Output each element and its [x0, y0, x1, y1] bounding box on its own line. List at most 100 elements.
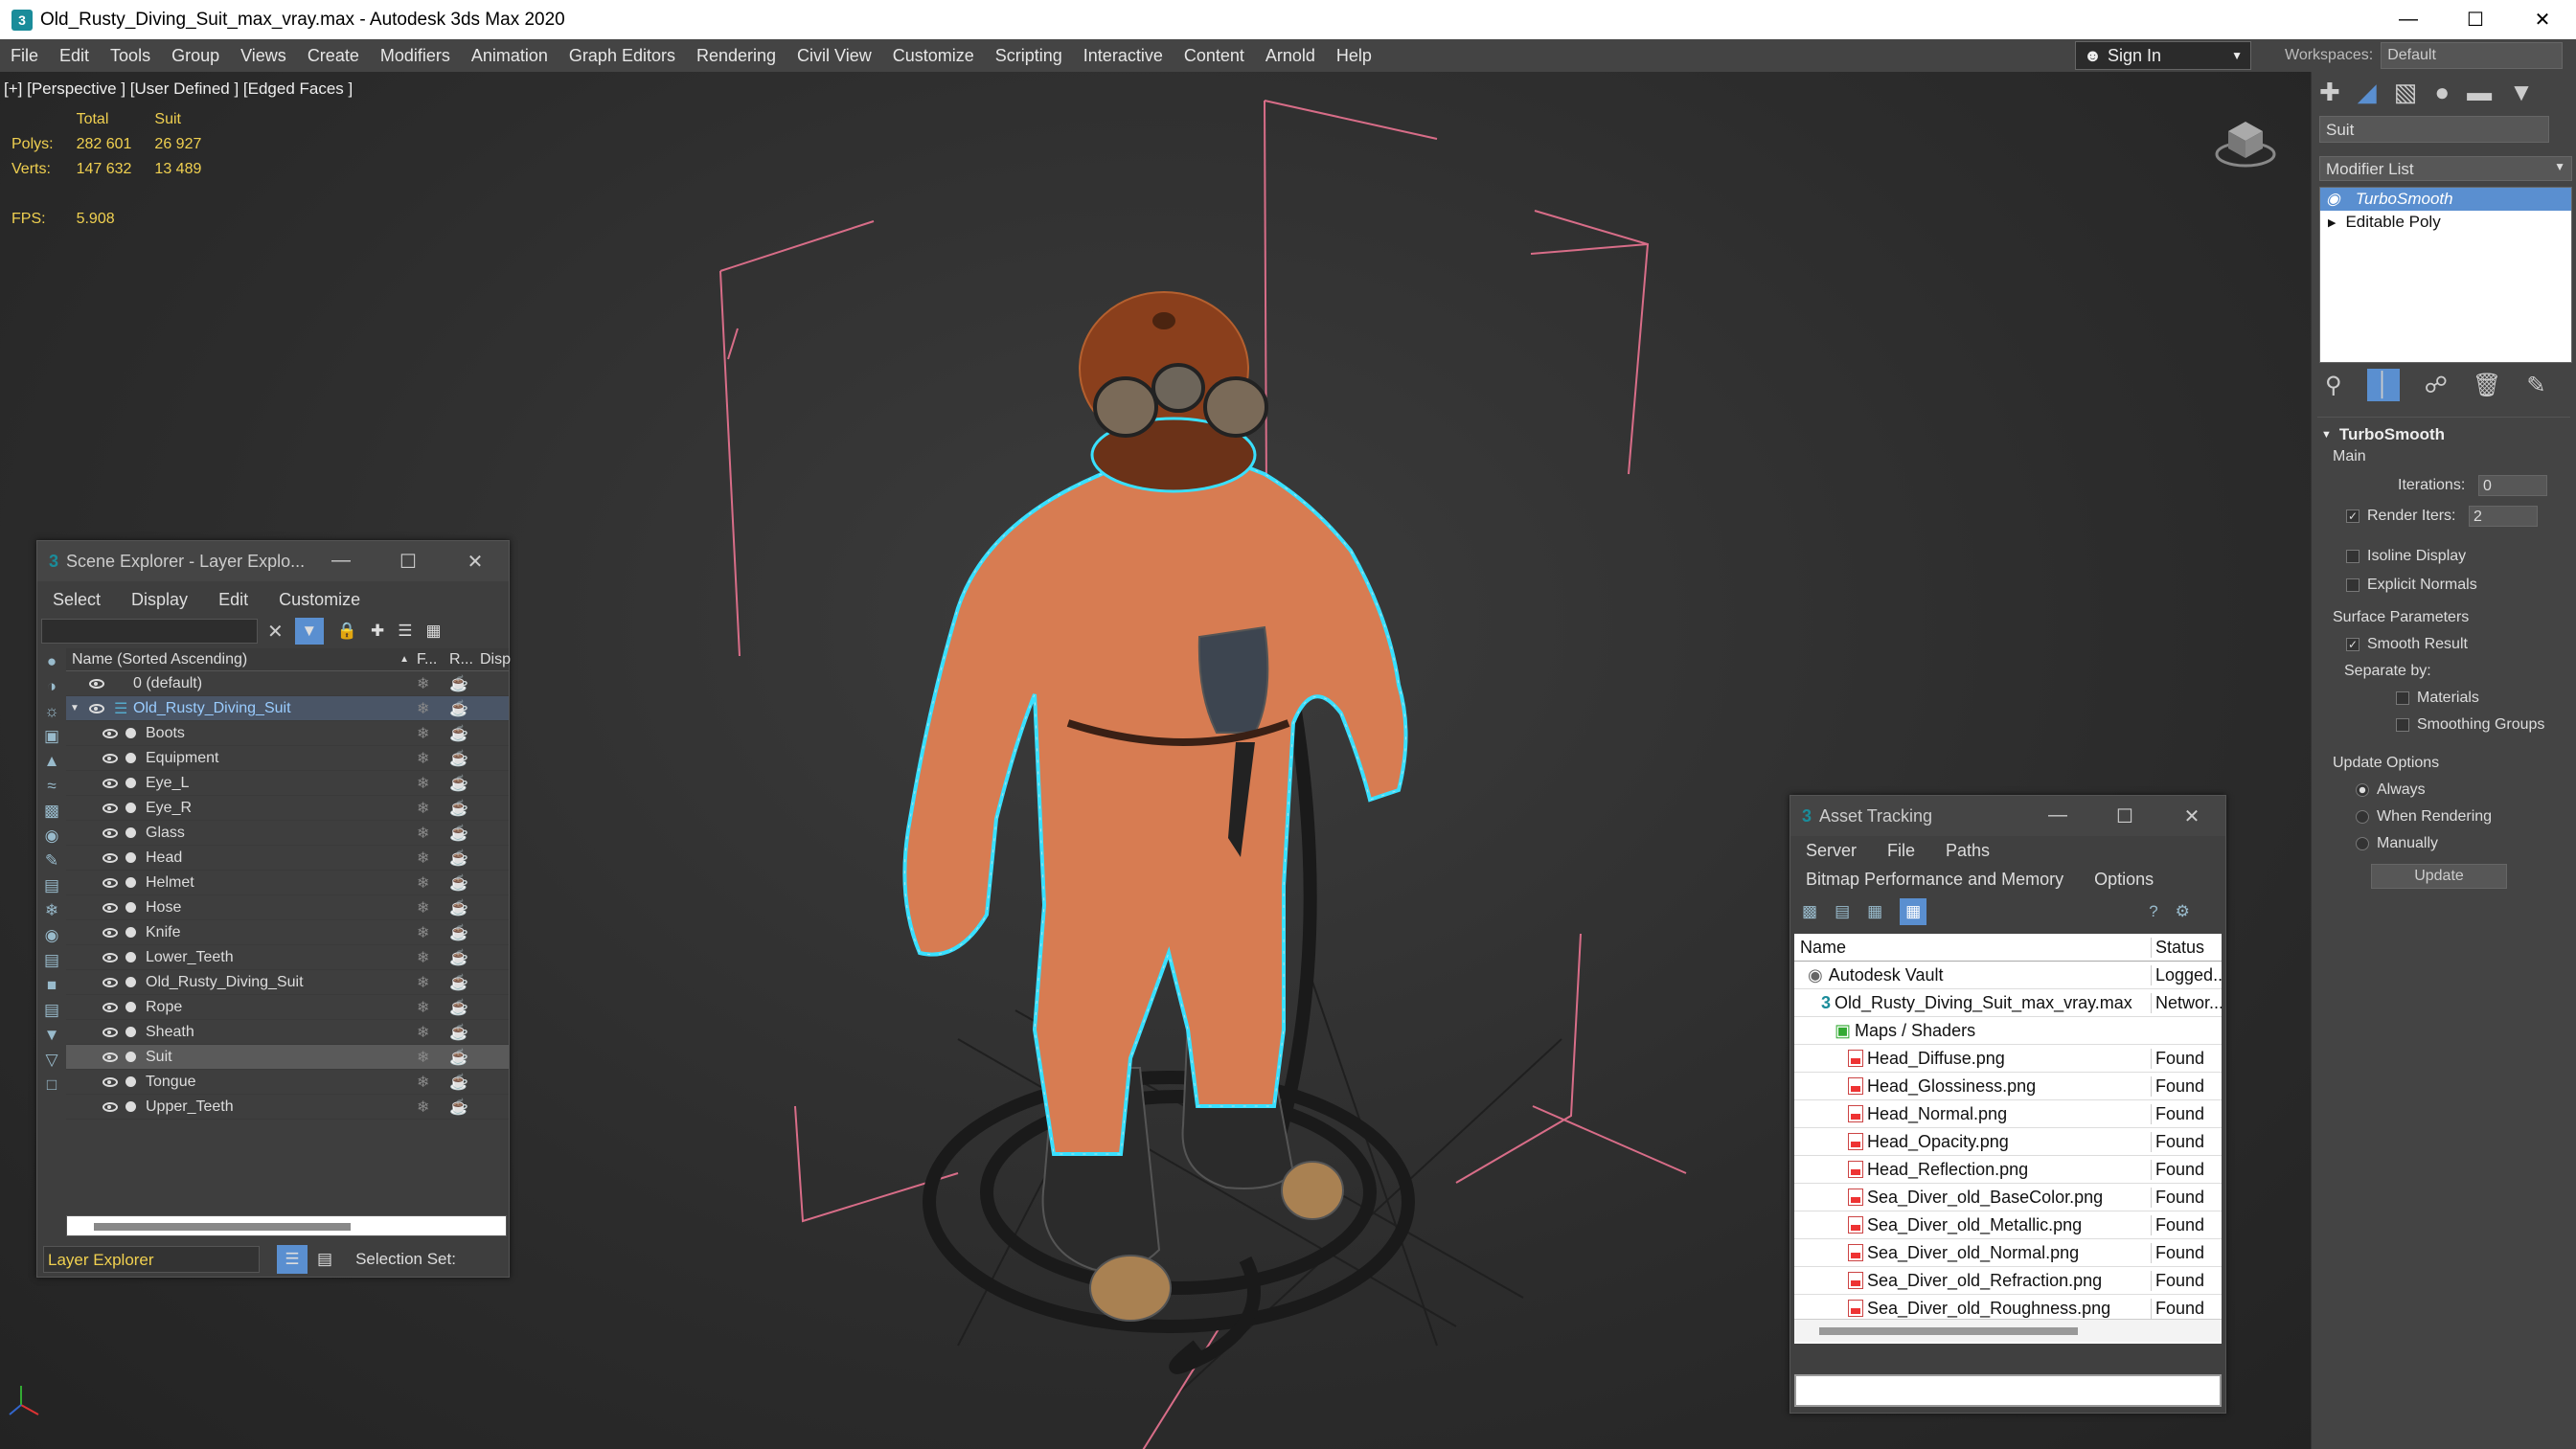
display-bones-icon[interactable]: ✎	[45, 851, 58, 871]
layer-row[interactable]: Suit ❄ ☕	[66, 1045, 509, 1070]
modifier-list-dropdown[interactable]: Modifier List ▼	[2319, 156, 2572, 181]
freeze-icon[interactable]: ❄	[417, 674, 449, 693]
layer-row[interactable]: Eye_L ❄ ☕	[66, 771, 509, 796]
visibility-eye-icon[interactable]	[103, 753, 118, 763]
asset-row[interactable]: Sea_Diver_old_Refraction.png Found	[1794, 1267, 2222, 1295]
freeze-icon[interactable]: ❄	[417, 1098, 449, 1117]
manually-radio[interactable]	[2356, 837, 2369, 850]
asset-row[interactable]: Head_Normal.png Found	[1794, 1100, 2222, 1128]
asset-row[interactable]: ▣ Maps / Shaders	[1794, 1017, 2222, 1045]
render-iters-checkbox[interactable]: ✓	[2346, 509, 2359, 523]
col-name[interactable]: Name (Sorted Ascending)	[66, 651, 399, 668]
freeze-icon[interactable]: ❄	[417, 699, 449, 718]
display-helpers-icon[interactable]: ▲	[44, 752, 60, 771]
col-display[interactable]: Disp	[480, 651, 511, 668]
col-render[interactable]: R...	[449, 651, 480, 668]
at-menu-bitmap-performance-and-memory[interactable]: Bitmap Performance and Memory	[1790, 870, 2079, 890]
render-teapot-icon[interactable]: ☕	[449, 824, 509, 843]
workspaces-dropdown[interactable]: Default	[2381, 42, 2564, 69]
visibility-eye-icon[interactable]	[103, 827, 118, 838]
make-unique-icon[interactable]: ☍	[2425, 372, 2448, 399]
eye-icon[interactable]: ◉	[2326, 190, 2340, 209]
visibility-eye-icon[interactable]	[103, 1002, 118, 1012]
visibility-eye-icon[interactable]	[103, 803, 118, 813]
utilities-tab-icon[interactable]: ▼	[2509, 78, 2534, 107]
se-hscrollbar[interactable]	[66, 1215, 507, 1236]
menu-group[interactable]: Group	[161, 46, 230, 66]
se-search-input[interactable]	[41, 619, 258, 644]
scene-explorer-titlebar[interactable]: 3 Scene Explorer - Layer Explo... — ☐ ✕	[37, 541, 509, 581]
layer-row[interactable]: Lower_Teeth ❄ ☕	[66, 945, 509, 970]
at-maximize-button[interactable]: ☐	[2091, 804, 2158, 828]
at-menu-options[interactable]: Options	[2079, 870, 2169, 890]
render-teapot-icon[interactable]: ☕	[449, 674, 509, 693]
motion-tab-icon[interactable]: ●	[2434, 78, 2450, 107]
asset-row[interactable]: Head_Reflection.png Found	[1794, 1156, 2222, 1184]
menu-civil-view[interactable]: Civil View	[786, 46, 882, 66]
show-end-result-icon[interactable]: │	[2366, 369, 2400, 401]
settings-icon[interactable]: ⚙	[2176, 902, 2190, 921]
rollout-header[interactable]: ▼ TurboSmooth	[2317, 425, 2570, 444]
clear-icon[interactable]: ✕	[267, 620, 284, 644]
asset-row[interactable]: Sea_Diver_old_BaseColor.png Found	[1794, 1184, 2222, 1211]
freeze-icon[interactable]: ❄	[417, 873, 449, 893]
layer-row[interactable]: Rope ❄ ☕	[66, 995, 509, 1020]
menu-scripting[interactable]: Scripting	[985, 46, 1073, 66]
lock-icon[interactable]: 🔒	[337, 622, 357, 641]
display-tab-icon[interactable]: ▬	[2467, 78, 2492, 107]
menu-customize[interactable]: Customize	[882, 46, 985, 66]
update-button[interactable]: Update	[2371, 864, 2507, 889]
menu-tools[interactable]: Tools	[100, 46, 161, 66]
layer-row[interactable]: ▼ ☰ Old_Rusty_Diving_Suit ❄ ☕	[66, 696, 509, 721]
menu-graph-editors[interactable]: Graph Editors	[559, 46, 686, 66]
layer-row[interactable]: Boots ❄ ☕	[66, 721, 509, 746]
stack-item-turbosmooth[interactable]: ◉ TurboSmooth	[2320, 188, 2571, 211]
display-geometry-icon[interactable]: ●	[47, 652, 57, 671]
render-iters-spinner[interactable]: 2	[2469, 506, 2538, 527]
display-spacewarps-icon[interactable]: ≈	[47, 777, 56, 796]
se-menu-customize[interactable]: Customize	[263, 590, 376, 610]
se-menu-select[interactable]: Select	[37, 590, 116, 610]
viewcube[interactable]	[2215, 112, 2276, 170]
menu-file[interactable]: File	[0, 46, 49, 66]
freeze-icon[interactable]: ❄	[417, 824, 449, 843]
visibility-eye-icon[interactable]	[103, 778, 118, 788]
render-teapot-icon[interactable]: ☕	[449, 1073, 509, 1092]
layer-row[interactable]: Helmet ❄ ☕	[66, 871, 509, 895]
menu-interactive[interactable]: Interactive	[1073, 46, 1174, 66]
se-minimize-button[interactable]: —	[308, 550, 375, 574]
menu-rendering[interactable]: Rendering	[686, 46, 786, 66]
asset-tracking-titlebar[interactable]: 3 Asset Tracking — ☐ ✕	[1790, 796, 2225, 836]
layers-mode-icon[interactable]: ☰	[277, 1245, 308, 1274]
smooth-result-checkbox[interactable]: ✓	[2346, 638, 2359, 651]
create-tab-icon[interactable]: ✚	[2319, 78, 2340, 107]
tree-view-icon[interactable]: ▦	[1900, 898, 1927, 925]
layer-row[interactable]: Eye_R ❄ ☕	[66, 796, 509, 821]
display-frozen-icon[interactable]: ❄	[45, 901, 58, 920]
visibility-eye-icon[interactable]	[103, 1052, 118, 1062]
remove-modifier-icon[interactable]: 🗑	[2473, 372, 2501, 399]
help-icon[interactable]: ?	[2149, 902, 2157, 921]
visibility-eye-icon[interactable]	[103, 877, 118, 888]
render-teapot-icon[interactable]: ☕	[449, 849, 509, 868]
asset-row[interactable]: 3 Old_Rusty_Diving_Suit_max_vray.max Netwo…	[1794, 989, 2222, 1017]
col-asset-name[interactable]: Name	[1794, 938, 2151, 958]
layer-row[interactable]: Old_Rusty_Diving_Suit ❄ ☕	[66, 970, 509, 995]
asset-row[interactable]: Sea_Diver_old_Metallic.png Found	[1794, 1211, 2222, 1239]
render-teapot-icon[interactable]: ☕	[449, 799, 509, 818]
filter-icon[interactable]: ▼	[294, 618, 324, 645]
layers-icon[interactable]: ☰	[398, 622, 412, 641]
layer-row[interactable]: Upper_Teeth ❄ ☕	[66, 1095, 509, 1120]
freeze-icon[interactable]: ❄	[417, 774, 449, 793]
layer-row[interactable]: Hose ❄ ☕	[66, 895, 509, 920]
layer-row[interactable]: Sheath ❄ ☕	[66, 1020, 509, 1045]
asset-row[interactable]: Head_Glossiness.png Found	[1794, 1073, 2222, 1100]
isoline-checkbox[interactable]	[2346, 550, 2359, 563]
at-minimize-button[interactable]: —	[2024, 804, 2091, 828]
stack-item-editable-poly[interactable]: ▶ Editable Poly	[2320, 211, 2571, 234]
menu-arnold[interactable]: Arnold	[1255, 46, 1326, 66]
display-lights-icon[interactable]: ☼	[44, 702, 59, 721]
freeze-icon[interactable]: ❄	[417, 799, 449, 818]
hierarchy-icon[interactable]: ▦	[425, 622, 441, 641]
filter-toggle-icon[interactable]: ▼	[44, 1026, 60, 1045]
